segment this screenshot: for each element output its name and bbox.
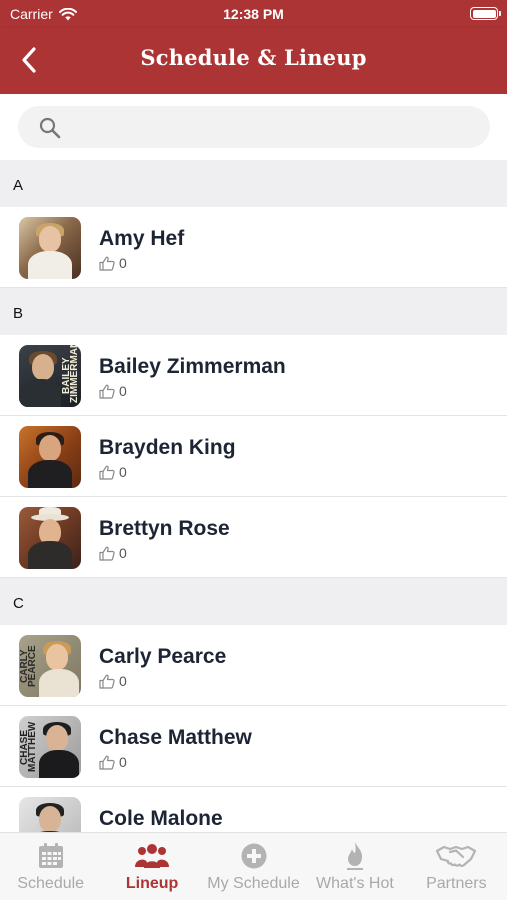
thumbs-up-icon: [99, 755, 115, 770]
section-letter: B: [13, 305, 24, 322]
like-count[interactable]: 0: [99, 673, 127, 689]
search-icon: [39, 117, 61, 139]
thumbs-up-icon: [99, 546, 115, 561]
like-count-value: 0: [119, 464, 127, 480]
like-count-value: 0: [119, 673, 127, 689]
handshake-icon: [436, 845, 477, 867]
section-letter: A: [13, 177, 24, 194]
artist-name: Chase Matthew: [99, 726, 252, 749]
like-count[interactable]: 0: [99, 754, 127, 770]
people-group-icon: [135, 844, 170, 868]
photo-caption: CARLY PEARCE: [19, 645, 38, 687]
nav-bar: Schedule & Lineup: [0, 28, 507, 94]
artist-name: Bailey Zimmerman: [99, 355, 286, 378]
section-header-a: A: [0, 160, 507, 207]
avatar: CHASE MATTHEW: [19, 716, 81, 778]
tab-label: Schedule: [17, 875, 85, 892]
search-box[interactable]: [18, 106, 490, 148]
calendar-icon: [38, 843, 63, 868]
like-count-value: 0: [119, 255, 127, 271]
avatar: CARLY PEARCE: [19, 635, 81, 697]
artist-name: Brettyn Rose: [99, 517, 230, 540]
tab-bar: Schedule Lineup My Schedule What's Hot P…: [0, 832, 507, 900]
tab-partners[interactable]: Partners: [406, 833, 507, 900]
artist-name: Cole Malone: [99, 807, 223, 830]
artist-row-chase-matthew[interactable]: CHASE MATTHEW Chase Matthew 0: [0, 706, 507, 787]
artist-row-cole-malone[interactable]: Cole Malone: [0, 787, 507, 832]
avatar: [19, 507, 81, 569]
tab-label: My Schedule: [207, 875, 300, 892]
avatar: [19, 426, 81, 488]
avatar: [19, 797, 81, 832]
artist-row-amy-hef[interactable]: Amy Hef 0: [0, 207, 507, 288]
tab-label: Lineup: [125, 875, 179, 892]
avatar: [19, 217, 81, 279]
section-header-b: B: [0, 288, 507, 335]
flame-icon: [346, 842, 363, 870]
thumbs-up-icon: [99, 674, 115, 689]
status-bar: Carrier 12:38 PM: [0, 0, 507, 28]
plus-circle-icon: [241, 843, 267, 869]
avatar: BAILEY ZIMMERMAN: [19, 345, 81, 407]
section-header-c: C: [0, 578, 507, 625]
artist-name: Carly Pearce: [99, 645, 227, 668]
like-count[interactable]: 0: [99, 383, 127, 399]
artist-name: Brayden King: [99, 436, 236, 459]
like-count[interactable]: 0: [99, 464, 127, 480]
like-count-value: 0: [119, 383, 127, 399]
like-count-value: 0: [119, 754, 127, 770]
tab-label: What's Hot: [316, 875, 394, 892]
search-bar: [0, 94, 507, 160]
page-title: Schedule & Lineup: [140, 45, 367, 70]
like-count[interactable]: 0: [99, 255, 127, 271]
search-input[interactable]: [70, 106, 470, 148]
thumbs-up-icon: [99, 384, 115, 399]
photo-caption: CHASE MATTHEW: [19, 721, 38, 773]
artist-row-bailey-zimmerman[interactable]: BAILEY ZIMMERMAN Bailey Zimmerman 0: [0, 335, 507, 416]
tab-schedule[interactable]: Schedule: [0, 833, 101, 900]
tab-label: Partners: [426, 875, 487, 892]
like-count-value: 0: [119, 545, 127, 561]
artist-row-carly-pearce[interactable]: CARLY PEARCE Carly Pearce 0: [0, 625, 507, 706]
artist-row-brettyn-rose[interactable]: Brettyn Rose 0: [0, 497, 507, 578]
clock: 12:38 PM: [223, 6, 284, 22]
section-letter: C: [13, 595, 24, 612]
artist-row-brayden-king[interactable]: Brayden King 0: [0, 416, 507, 497]
tab-my-schedule[interactable]: My Schedule: [203, 833, 304, 900]
tab-whats-hot[interactable]: What's Hot: [304, 833, 405, 900]
thumbs-up-icon: [99, 256, 115, 271]
tab-lineup[interactable]: Lineup: [101, 833, 202, 900]
photo-caption: BAILEY ZIMMERMAN: [61, 345, 80, 403]
thumbs-up-icon: [99, 465, 115, 480]
artist-list[interactable]: A Amy Hef 0 B BAILEY ZIMMERMAN Bailey Zi…: [0, 160, 507, 832]
like-count[interactable]: 0: [99, 545, 127, 561]
battery-icon: [470, 7, 501, 20]
artist-name: Amy Hef: [99, 227, 185, 250]
